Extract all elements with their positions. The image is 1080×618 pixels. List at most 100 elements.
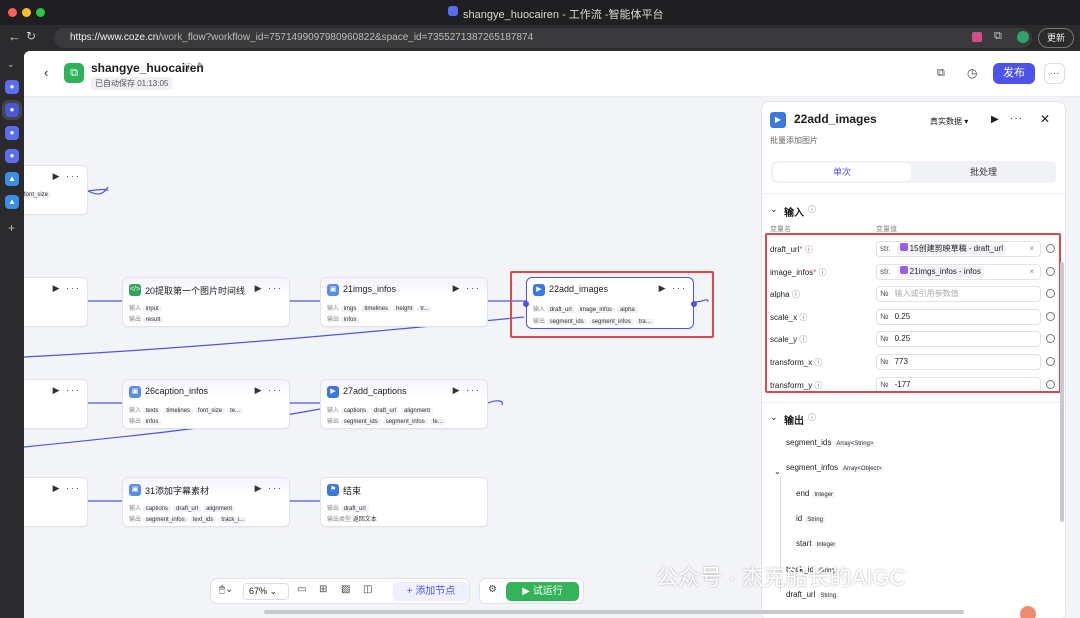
workflow-node[interactable]: ▶ ··· font_size [24, 165, 88, 215]
back-chevron-icon[interactable]: ‹ [44, 65, 48, 80]
info-icon: ⓘ [808, 205, 816, 214]
node-27-add-captions[interactable]: ▶ 27add_captions ▶ ··· 输入 captions draft_… [320, 379, 488, 429]
mouse-mode-icon[interactable]: 🖱⌄ [219, 584, 233, 595]
add-icon[interactable]: + [8, 221, 15, 235]
highlight-box [510, 271, 714, 338]
chevron-down-icon[interactable]: ⌄ [7, 59, 15, 70]
window-title: shangye_huocairen - 工作流 -智能体平台 [463, 9, 664, 21]
copy-icon[interactable]: ⧉ [937, 67, 945, 80]
address-bar-row: ← ↻ https://www.coze.cn/work_flow?workfl… [0, 25, 1080, 51]
plugin-icon: ▣ [327, 284, 339, 296]
url-host: https://www.coze.cn [70, 32, 159, 43]
node-31-add-subtitles[interactable]: ▣ 31添加字幕素材 ▶ ··· 输入 captions draft_url ali… [122, 477, 290, 527]
highlight-box [765, 233, 1061, 393]
node-actions[interactable]: ▶ ··· [53, 283, 81, 294]
add-node-button[interactable]: + 添加节点 [393, 582, 469, 601]
dock-app-icon[interactable]: ● [5, 149, 19, 163]
watermark: 公众号 · 杰克船长的AIGC [656, 565, 906, 590]
node-input-row: 输入 input [129, 303, 164, 312]
node-input-row: 输入 captions draft_url alignment [327, 405, 435, 414]
run-toolbar: ⚙ ▶ 试运行 [479, 578, 584, 604]
coze-tab-icon [448, 6, 458, 16]
comment-icon[interactable]: ▭ [297, 584, 306, 595]
node-26-caption-infos[interactable]: ▣ 26caption_infos ▶ ··· 输入 texts timeline… [122, 379, 290, 429]
extension-icon[interactable] [972, 32, 982, 42]
node-output-row: 输出 segment_ids segment_infos te... [327, 416, 448, 425]
layout-icon[interactable]: ⊞ [319, 584, 327, 595]
minimize-window-button[interactable] [22, 8, 31, 17]
minimap-icon[interactable]: ◫ [363, 584, 372, 595]
chart-app-icon[interactable]: ▲ [5, 172, 19, 186]
tab-single[interactable]: 单次 [773, 163, 911, 181]
canvas-scrollbar[interactable] [264, 610, 964, 614]
data-mode-select[interactable]: 真实数据 ▾ [930, 116, 968, 127]
image-icon[interactable]: ▨ [341, 584, 350, 595]
connection-lines [24, 186, 709, 502]
zoom-select[interactable]: 67% ⌄ [243, 583, 289, 600]
chevron-down-icon[interactable]: ⌄ [770, 412, 778, 423]
assistant-avatar[interactable] [1020, 606, 1036, 618]
node-actions[interactable]: ▶ ··· [53, 171, 81, 182]
node-actions[interactable]: ▶ ··· [255, 483, 283, 494]
info-icon[interactable]: ⓘ [184, 61, 193, 74]
run-node-icon[interactable]: ▶ [991, 114, 999, 125]
node-title: 20提取第一个图片时间线 [145, 286, 246, 296]
node-title: 27add_captions [343, 386, 407, 396]
chevron-down-icon[interactable]: ⌄ [770, 204, 778, 215]
code-icon: </> [129, 284, 141, 296]
node-title: 31添加字幕素材 [145, 486, 210, 496]
node-21-imgs-infos[interactable]: ▣ 21imgs_infos ▶ ··· 输入 imgs timelines hei… [320, 277, 488, 327]
output-type-badge: Integer [814, 542, 838, 549]
publish-button[interactable]: 发布 [993, 63, 1035, 84]
node-actions[interactable]: ▶ ··· [453, 283, 481, 294]
more-icon[interactable]: ··· [1010, 113, 1023, 124]
workflow-node[interactable]: ▶ ··· [24, 277, 88, 327]
dock-app-icon[interactable]: ● [5, 126, 19, 140]
test-run-button[interactable]: ▶ 试运行 [506, 582, 579, 601]
node-actions[interactable]: ▶ ··· [255, 283, 283, 294]
node-actions[interactable]: ▶ ··· [53, 483, 81, 494]
info-icon: ⓘ [808, 413, 816, 422]
plugin-icon: ▣ [129, 484, 141, 496]
back-arrow-icon[interactable]: ← [8, 29, 21, 44]
more-menu-button[interactable]: ··· [1044, 63, 1065, 84]
output-var-row: start Integer [796, 539, 838, 549]
node-title: 21imgs_infos [343, 284, 397, 294]
tab-batch[interactable]: 批处理 [913, 163, 1054, 181]
edit-icon[interactable]: ✎ [197, 61, 205, 72]
autosave-status: 已自动保存 01:13:05 [91, 77, 173, 90]
node-actions[interactable]: ▶ ··· [255, 385, 283, 396]
dock-app-icon[interactable]: ● [2, 100, 22, 120]
close-window-button[interactable] [8, 8, 17, 17]
output-var-row: id String [796, 513, 825, 523]
close-icon[interactable]: ✕ [1040, 112, 1050, 126]
history-icon[interactable]: ◷ [967, 66, 977, 80]
output-type-badge: String [805, 516, 825, 523]
chart-app-icon[interactable]: ▲ [5, 195, 19, 209]
chevron-down-icon[interactable]: ⌄ [774, 467, 781, 476]
output-type-badge: Array<String> [834, 441, 876, 447]
panel-scrollbar[interactable] [1060, 262, 1064, 522]
workflow-app-icon: ⧉ [64, 63, 84, 83]
reload-icon[interactable]: ↻ [26, 29, 36, 43]
play-plugin-icon: ▶ [327, 386, 339, 398]
debug-icon[interactable]: ⚙ [488, 584, 497, 595]
dock-app-icon[interactable]: ● [5, 80, 19, 94]
node-input-row: 输出 draft_url [327, 503, 371, 512]
tabs-icon[interactable]: ⧉ [994, 30, 1002, 43]
node-actions[interactable]: ▶ ··· [53, 385, 81, 396]
output-section-title: 输出 [784, 416, 804, 427]
node-20-extract-timeline[interactable]: </> 20提取第一个图片时间线 ▶ ··· 输入 input 输出 resul… [122, 277, 290, 327]
workflow-node[interactable]: ▶ ··· [24, 477, 88, 527]
node-output-type-row: 输出类型 返回文本 [327, 517, 377, 523]
workflow-node[interactable]: ▶ ··· [24, 379, 88, 429]
node-actions[interactable]: ▶ ··· [453, 385, 481, 396]
url-input[interactable]: https://www.coze.cn/work_flow?workflow_i… [54, 28, 1032, 48]
node-end[interactable]: ⚑ 结束 输出 draft_url 输出类型 返回文本 [320, 477, 488, 527]
zoom-window-button[interactable] [36, 8, 45, 17]
node-title: 26caption_infos [145, 386, 209, 396]
profile-avatar[interactable] [1017, 31, 1029, 43]
flag-icon: ⚑ [327, 484, 339, 496]
play-plugin-icon: ▶ [770, 112, 786, 128]
update-button[interactable]: 更新 [1038, 28, 1074, 48]
